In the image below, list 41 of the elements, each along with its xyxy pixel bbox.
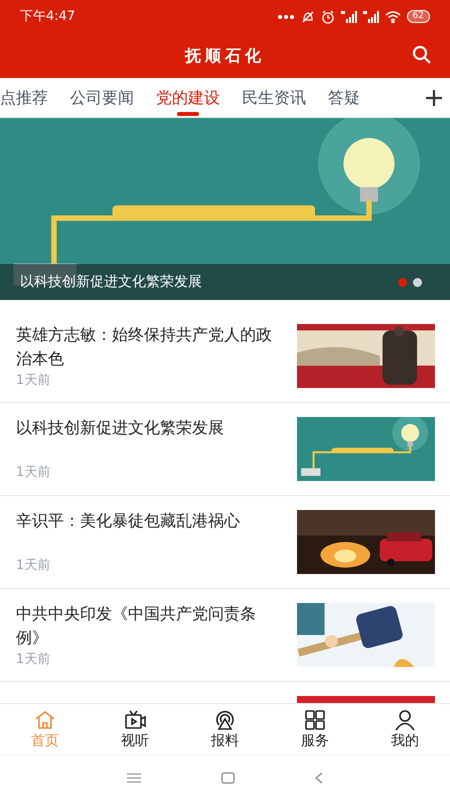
- battery-level: 62: [406, 10, 430, 23]
- grid-icon: [304, 709, 326, 731]
- video-camera-icon: [124, 709, 146, 731]
- article-time: 1天前: [16, 464, 52, 482]
- menu-icon[interactable]: [127, 773, 141, 783]
- nav-label: 报料: [211, 732, 239, 750]
- search-icon[interactable]: [412, 45, 432, 65]
- article-title[interactable]: 以科技创新促进文化繁荣发展: [16, 416, 278, 440]
- article-time: 1天前: [16, 372, 52, 390]
- status-time: 下午4:47: [20, 8, 76, 26]
- broadcast-icon: [214, 709, 236, 731]
- nav-label: 视听: [121, 732, 149, 750]
- person-icon: [394, 709, 416, 731]
- nav-tab[interactable]: 我的: [360, 704, 450, 755]
- back-icon[interactable]: [315, 772, 323, 784]
- nav-tab[interactable]: 视听: [90, 704, 180, 755]
- wifi-icon: [384, 10, 401, 22]
- article-title[interactable]: 中共中央印发《中国共产党问责条例》: [16, 602, 278, 650]
- nav-label: 服务: [301, 732, 329, 750]
- article-time: 1天前: [16, 651, 52, 669]
- article-time: 1天前: [16, 556, 52, 574]
- app-title: 抚顺石化: [185, 44, 265, 66]
- category-tab[interactable]: 答疑: [328, 78, 360, 117]
- nav-label: 首页: [31, 732, 59, 750]
- category-tab[interactable]: 点推荐: [0, 78, 48, 117]
- category-tab[interactable]: 党的建设: [156, 78, 220, 117]
- nav-tab[interactable]: 报料: [180, 704, 270, 755]
- nav-label: 我的: [391, 732, 419, 750]
- category-tab[interactable]: 民生资讯: [242, 78, 306, 117]
- signal-icon: [362, 10, 379, 22]
- more-dots-icon: [276, 14, 295, 20]
- article-title[interactable]: 英雄方志敏：始终保持共产党人的政治本色: [16, 323, 278, 371]
- home-button-icon[interactable]: [221, 772, 235, 784]
- article-title[interactable]: 辛识平：美化暴徒包藏乱港祸心: [16, 509, 278, 533]
- alarm-icon: [320, 10, 335, 24]
- home-icon: [34, 709, 56, 731]
- banner-caption: 以科技创新促进文化繁荣发展: [20, 272, 202, 292]
- nav-tab[interactable]: 服务: [270, 704, 360, 755]
- signal-icon: [340, 10, 357, 22]
- mute-bell-icon: [300, 10, 315, 24]
- category-tab[interactable]: 公司要闻: [70, 78, 134, 117]
